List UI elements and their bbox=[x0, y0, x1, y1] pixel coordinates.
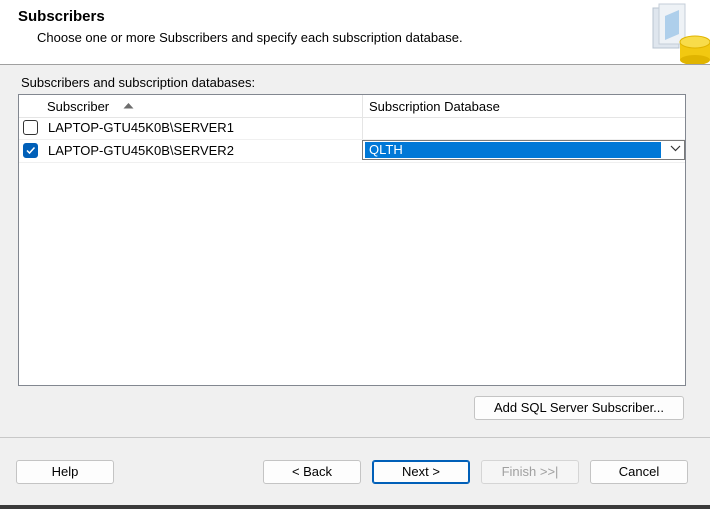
column-header-subscriber-label: Subscriber bbox=[47, 99, 110, 114]
subscriber-checkbox[interactable] bbox=[23, 120, 38, 135]
wizard-header: Subscribers Choose one or more Subscribe… bbox=[0, 0, 710, 65]
subscriber-name: LAPTOP-GTU45K0B\SERVER2 bbox=[48, 143, 234, 158]
check-icon bbox=[26, 146, 36, 155]
subscriber-name: LAPTOP-GTU45K0B\SERVER1 bbox=[48, 120, 234, 135]
help-button[interactable]: Help bbox=[16, 460, 114, 484]
cell-divider bbox=[362, 117, 363, 139]
finish-button[interactable]: Finish >>| bbox=[481, 460, 579, 484]
database-icon bbox=[652, 3, 710, 64]
grid-header: Subscriber Subscription Database bbox=[19, 95, 685, 118]
subscription-database-value: QLTH bbox=[365, 142, 661, 158]
column-header-database[interactable]: Subscription Database bbox=[369, 99, 500, 114]
add-sql-server-subscriber-button[interactable]: Add SQL Server Subscriber... bbox=[474, 396, 684, 420]
column-header-subscriber[interactable]: Subscriber bbox=[47, 99, 134, 114]
column-divider[interactable] bbox=[362, 95, 363, 117]
footer-divider bbox=[0, 437, 710, 438]
sort-ascending-icon bbox=[123, 103, 134, 109]
window-bottom-edge bbox=[0, 505, 710, 509]
next-button[interactable]: Next > bbox=[372, 460, 470, 484]
grid-label: Subscribers and subscription databases: bbox=[21, 75, 256, 90]
table-row[interactable]: LAPTOP-GTU45K0B\SERVER2 QLTH bbox=[19, 140, 685, 163]
chevron-down-icon[interactable] bbox=[670, 145, 681, 152]
cancel-button[interactable]: Cancel bbox=[590, 460, 688, 484]
subscriber-checkbox[interactable] bbox=[23, 143, 38, 158]
subscription-database-dropdown[interactable]: QLTH bbox=[362, 140, 685, 160]
table-row[interactable]: LAPTOP-GTU45K0B\SERVER1 bbox=[19, 117, 685, 140]
page-subtitle: Choose one or more Subscribers and speci… bbox=[37, 30, 463, 45]
back-button[interactable]: < Back bbox=[263, 460, 361, 484]
subscribers-grid[interactable]: Subscriber Subscription Database LAPTOP-… bbox=[18, 94, 686, 386]
page-title: Subscribers bbox=[18, 8, 105, 25]
